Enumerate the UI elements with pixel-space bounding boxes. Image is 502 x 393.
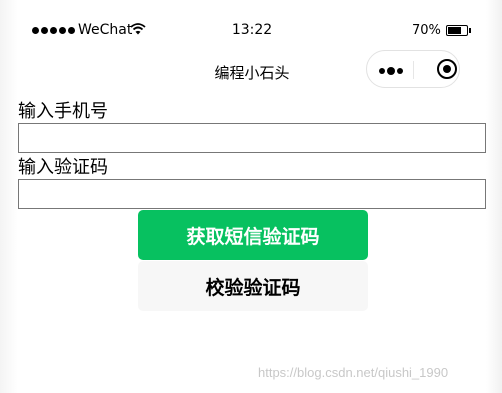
close-target-icon[interactable] <box>437 59 457 79</box>
watermark: https://blog.csdn.net/qiushi_1990 <box>258 365 449 380</box>
page-left-margin <box>0 0 18 393</box>
phone-screen: WeChat 13:22 70% 编程小石头 输入手机号 输入验证码 获取短信验… <box>18 0 486 393</box>
page-right-margin <box>486 0 502 393</box>
verify-code-button[interactable]: 校验验证码 <box>138 261 368 311</box>
code-label: 输入验证码 <box>18 157 108 178</box>
battery-percentage: 70% <box>412 23 441 38</box>
battery-icon <box>446 25 471 36</box>
phone-label: 输入手机号 <box>18 101 108 122</box>
mini-program-capsule <box>366 50 460 88</box>
capsule-divider <box>413 61 414 79</box>
get-sms-code-button[interactable]: 获取短信验证码 <box>138 210 368 260</box>
code-input[interactable] <box>18 179 486 209</box>
phone-input[interactable] <box>18 123 486 153</box>
more-dots-icon[interactable] <box>379 67 407 75</box>
